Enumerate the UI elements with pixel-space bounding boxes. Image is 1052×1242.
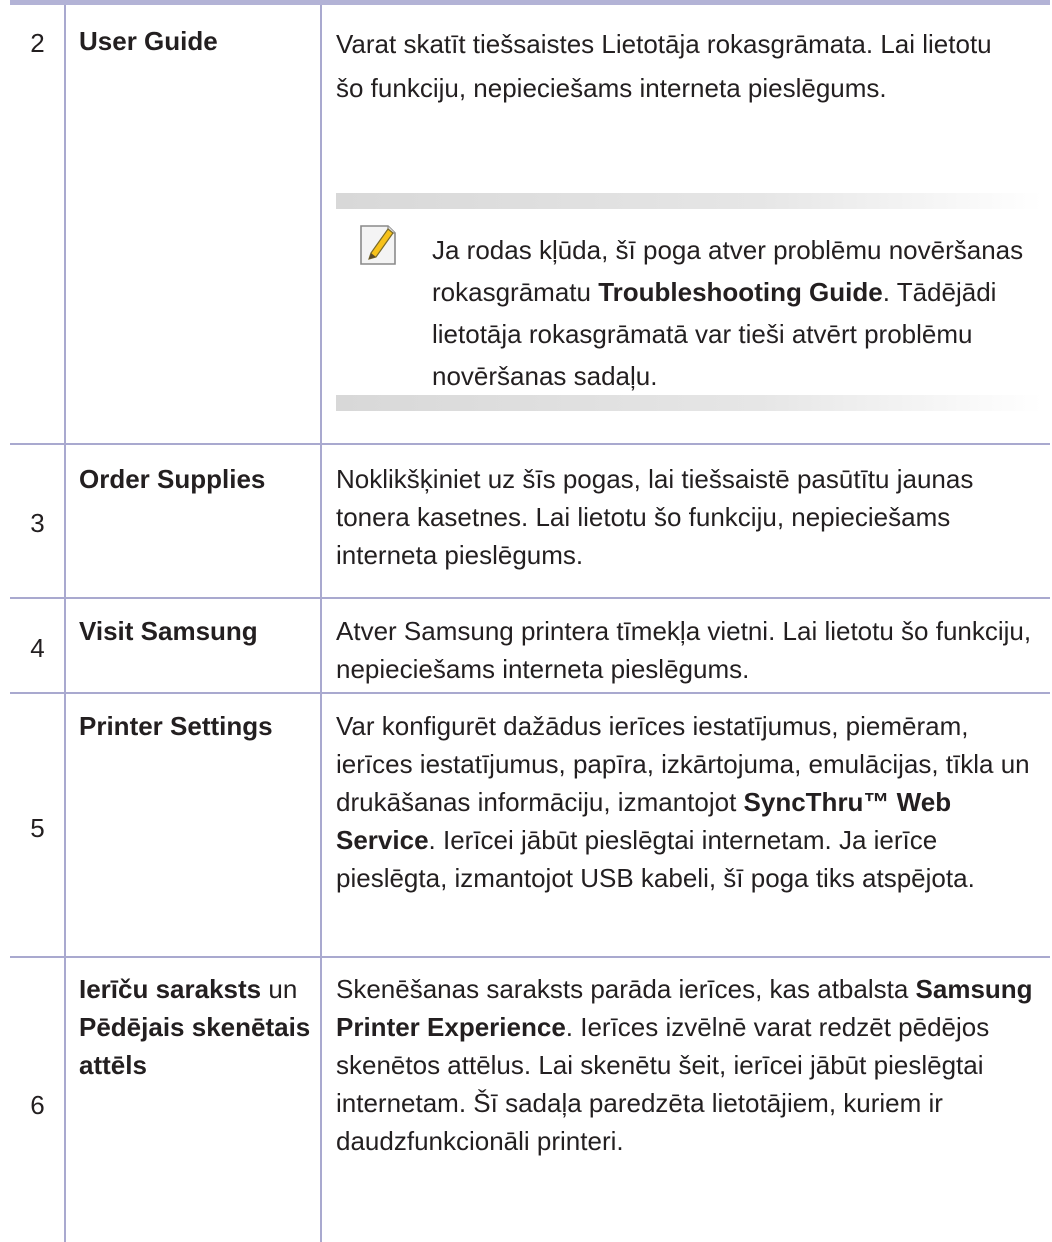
row-number: 3	[30, 508, 45, 538]
table-column-divider	[320, 5, 322, 1242]
row-label: Order Supplies	[79, 464, 266, 494]
label-plain: un	[261, 974, 298, 1004]
row-number: 2	[30, 28, 45, 58]
row-description: Var konfigurēt dažādus ierīces iestatīju…	[336, 707, 1036, 897]
row-description: Skenēšanas saraksts parāda ierīces, kas …	[336, 970, 1036, 1160]
label-bold: Ierīču saraksts	[79, 974, 262, 1004]
label-bold: Pēdējais skenētais attēls	[79, 1012, 311, 1080]
table-row-divider	[10, 692, 1050, 694]
note-pencil-icon	[358, 223, 398, 267]
table-column-divider	[64, 5, 66, 1242]
description-part: Skenēšanas saraksts parāda ierīces, kas …	[336, 974, 916, 1004]
row-description: Noklikšķiniet uz šīs pogas, lai tiešsais…	[336, 464, 974, 570]
row-label: Ierīču saraksts un Pēdējais skenētais at…	[79, 970, 319, 1084]
note-box: Ja rodas kļūda, šī poga atver problēmu n…	[336, 193, 1042, 411]
row-label: Visit Samsung	[79, 616, 258, 646]
note-bottom-bar	[336, 395, 1042, 411]
row-number: 5	[30, 813, 45, 843]
row-description: Atver Samsung printera tīmekļa vietni. L…	[336, 616, 1032, 684]
table-top-rule	[10, 0, 1050, 5]
row-label: User Guide	[79, 26, 218, 56]
description-part: . Ierīcei jābūt pieslēgtai internetam. J…	[336, 825, 975, 893]
note-text-bold: Troubleshooting Guide	[598, 277, 883, 307]
table-row-divider	[10, 956, 1050, 958]
table-row-divider	[10, 597, 1050, 599]
row-label: Printer Settings	[79, 711, 273, 741]
note-text: Ja rodas kļūda, šī poga atver problēmu n…	[432, 229, 1032, 397]
note-top-bar	[336, 193, 1042, 209]
row-description: Varat skatīt tiešsaistes Lietotāja rokas…	[336, 29, 992, 103]
row-number: 4	[30, 633, 45, 663]
table-row-divider	[10, 443, 1050, 445]
row-number: 6	[30, 1090, 45, 1120]
